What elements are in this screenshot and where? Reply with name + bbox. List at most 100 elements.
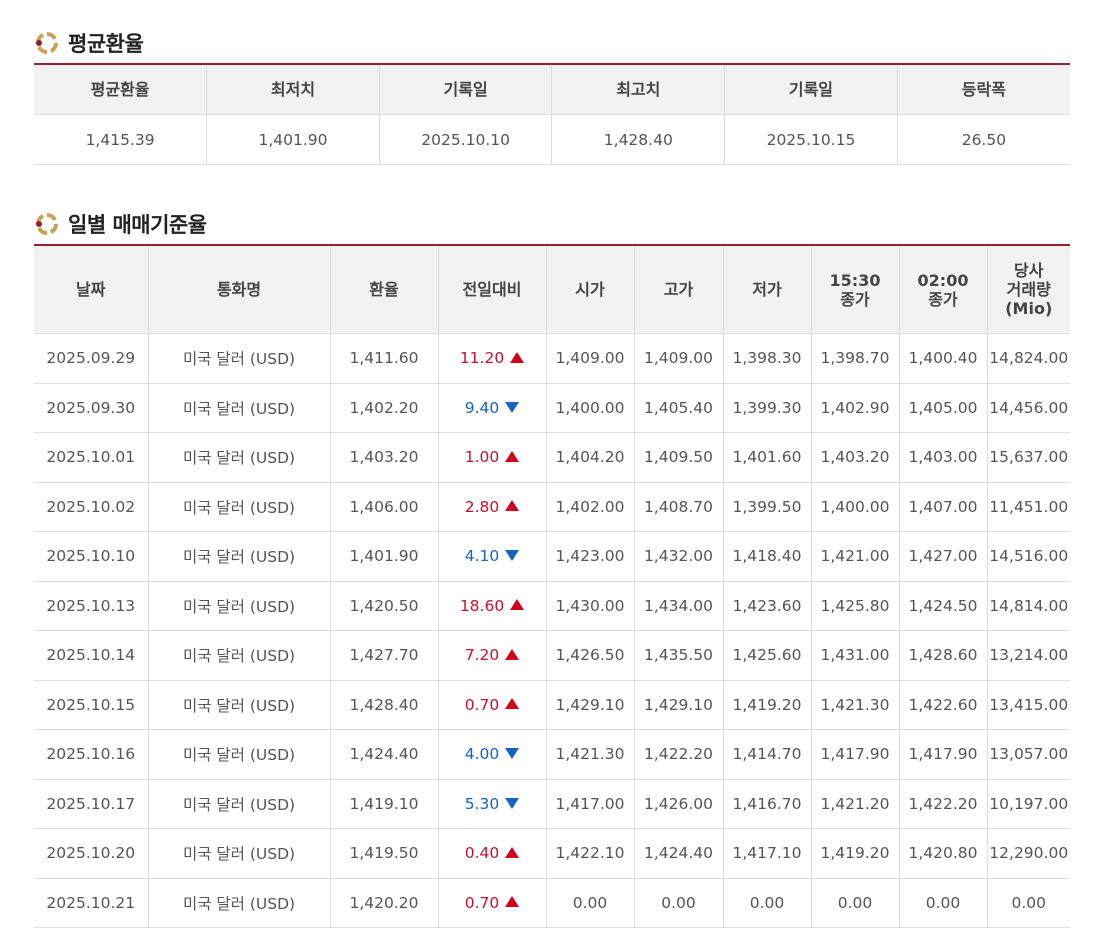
- table-row: 2025.10.17 미국 달러 (USD) 1,419.10 5.30 1,417.0…: [34, 779, 1070, 829]
- open-cell: 0.00: [546, 878, 635, 928]
- close-0200-cell: 1,403.00: [899, 432, 988, 483]
- change-value: 18.60: [459, 596, 505, 615]
- high-cell: 1,424.40: [634, 828, 724, 879]
- header-rate: 환율: [330, 245, 439, 334]
- currency-cell: 미국 달러 (USD): [148, 729, 331, 780]
- triangle-up-icon: [505, 698, 520, 710]
- currency-cell: 미국 달러 (USD): [148, 482, 331, 532]
- triangle-up-icon: [505, 450, 520, 462]
- rate-cell: 1,402.20: [330, 383, 439, 433]
- change-value: 11.20: [459, 349, 505, 368]
- date-cell: 2025.10.17: [34, 779, 149, 829]
- close-1530-cell: 1,403.20: [811, 432, 900, 483]
- high-cell: 1,422.20: [634, 729, 724, 780]
- close-1530-cell: 1,419.20: [811, 828, 900, 879]
- date-cell: 2025.10.21: [34, 878, 149, 928]
- close-0200-cell: 1,427.00: [899, 531, 988, 582]
- volume-cell: 13,214.00: [987, 630, 1070, 681]
- high-cell: 1,434.00: [634, 581, 724, 631]
- open-cell: 1,426.50: [546, 630, 635, 681]
- rate-cell: 1,420.20: [330, 878, 439, 928]
- table-row: 2025.10.10 미국 달러 (USD) 1,401.90 4.10 1,423.0…: [34, 531, 1070, 582]
- currency-cell: 미국 달러 (USD): [148, 383, 331, 433]
- close-1530-cell: 1,402.90: [811, 383, 900, 433]
- header-lowest: 최저치: [206, 64, 380, 115]
- high-cell: 1,426.00: [634, 779, 724, 829]
- change-value: 2.80: [464, 497, 500, 516]
- close-1530-cell: 1,400.00: [811, 482, 900, 532]
- section-title-text: 평균환율: [68, 32, 144, 56]
- low-cell: 1,419.20: [723, 680, 812, 730]
- open-cell: 1,409.00: [546, 333, 635, 384]
- header-close-0200: 02:00 종가: [899, 245, 988, 334]
- low-cell: 1,425.60: [723, 630, 812, 681]
- currency-cell: 미국 달러 (USD): [148, 680, 331, 730]
- low-date-value: 2025.10.10: [379, 114, 553, 165]
- table-row: 2025.10.02 미국 달러 (USD) 1,406.00 2.80 1,402.0…: [34, 482, 1070, 532]
- close-0200-cell: 1,422.60: [899, 680, 988, 730]
- change-cell: 2.80: [438, 482, 547, 532]
- high-cell: 1,435.50: [634, 630, 724, 681]
- lowest-value: 1,401.90: [206, 114, 380, 165]
- close-0200-cell: 0.00: [899, 878, 988, 928]
- close-0200-cell: 1,422.20: [899, 779, 988, 829]
- date-cell: 2025.10.02: [34, 482, 149, 532]
- header-high-date: 기록일: [724, 64, 898, 115]
- header-date: 날짜: [34, 245, 149, 334]
- close-0200-cell: 1,424.50: [899, 581, 988, 631]
- change-value: 4.00: [464, 745, 500, 764]
- low-cell: 1,399.30: [723, 383, 812, 433]
- date-cell: 2025.10.15: [34, 680, 149, 730]
- rate-cell: 1,403.20: [330, 432, 439, 483]
- currency-cell: 미국 달러 (USD): [148, 581, 331, 631]
- open-cell: 1,422.10: [546, 828, 635, 879]
- volume-cell: 10,197.00: [987, 779, 1070, 829]
- high-cell: 1,409.50: [634, 432, 724, 483]
- volume-cell: 14,824.00: [987, 333, 1070, 384]
- high-cell: 1,408.70: [634, 482, 724, 532]
- close-1530-cell: 1,421.00: [811, 531, 900, 582]
- volume-cell: 15,637.00: [987, 432, 1070, 483]
- rate-cell: 1,419.10: [330, 779, 439, 829]
- table-header-row: 날짜 통화명 환율 전일대비 시가 고가 저가 15:30 종가 02:00 종가 당사 거래량 …: [34, 245, 1070, 334]
- change-cell: 7.20: [438, 630, 547, 681]
- triangle-up-icon: [505, 896, 520, 908]
- low-cell: 1,417.10: [723, 828, 812, 879]
- table-row: 2025.10.15 미국 달러 (USD) 1,428.40 0.70 1,429.1…: [34, 680, 1070, 730]
- high-cell: 1,429.10: [634, 680, 724, 730]
- change-cell: 5.30: [438, 779, 547, 829]
- range-value: 26.50: [897, 114, 1070, 165]
- volume-cell: 11,451.00: [987, 482, 1070, 532]
- average-rate-value: 1,415.39: [34, 114, 208, 165]
- close-1530-cell: 1,431.00: [811, 630, 900, 681]
- header-close-1530: 15:30 종가: [811, 245, 900, 334]
- volume-cell: 12,290.00: [987, 828, 1070, 879]
- close-1530-cell: 1,398.70: [811, 333, 900, 384]
- date-cell: 2025.10.13: [34, 581, 149, 631]
- date-cell: 2025.09.30: [34, 383, 149, 433]
- low-cell: 1,416.70: [723, 779, 812, 829]
- open-cell: 1,421.30: [546, 729, 635, 780]
- header-open: 시가: [546, 245, 635, 334]
- low-cell: 1,401.60: [723, 432, 812, 483]
- high-cell: 1,405.40: [634, 383, 724, 433]
- section-title-daily-rate: 일별 매매기준율: [34, 209, 207, 239]
- low-cell: 1,418.40: [723, 531, 812, 582]
- date-cell: 2025.09.29: [34, 333, 149, 384]
- open-cell: 1,423.00: [546, 531, 635, 582]
- table-row: 2025.10.13 미국 달러 (USD) 1,420.50 18.60 1,430.…: [34, 581, 1070, 631]
- table-header-row: 평균환율 최저치 기록일 최고치 기록일 등락폭: [34, 64, 1070, 115]
- date-cell: 2025.10.20: [34, 828, 149, 879]
- ring-bullet-icon: [36, 32, 58, 54]
- open-cell: 1,400.00: [546, 383, 635, 433]
- currency-cell: 미국 달러 (USD): [148, 333, 331, 384]
- rate-cell: 1,428.40: [330, 680, 439, 730]
- change-value: 7.20: [464, 646, 500, 665]
- rate-cell: 1,420.50: [330, 581, 439, 631]
- header-currency: 통화명: [148, 245, 331, 334]
- triangle-up-icon: [505, 500, 520, 512]
- low-cell: 1,423.60: [723, 581, 812, 631]
- low-cell: 1,398.30: [723, 333, 812, 384]
- rate-cell: 1,424.40: [330, 729, 439, 780]
- triangle-down-icon: [505, 550, 520, 562]
